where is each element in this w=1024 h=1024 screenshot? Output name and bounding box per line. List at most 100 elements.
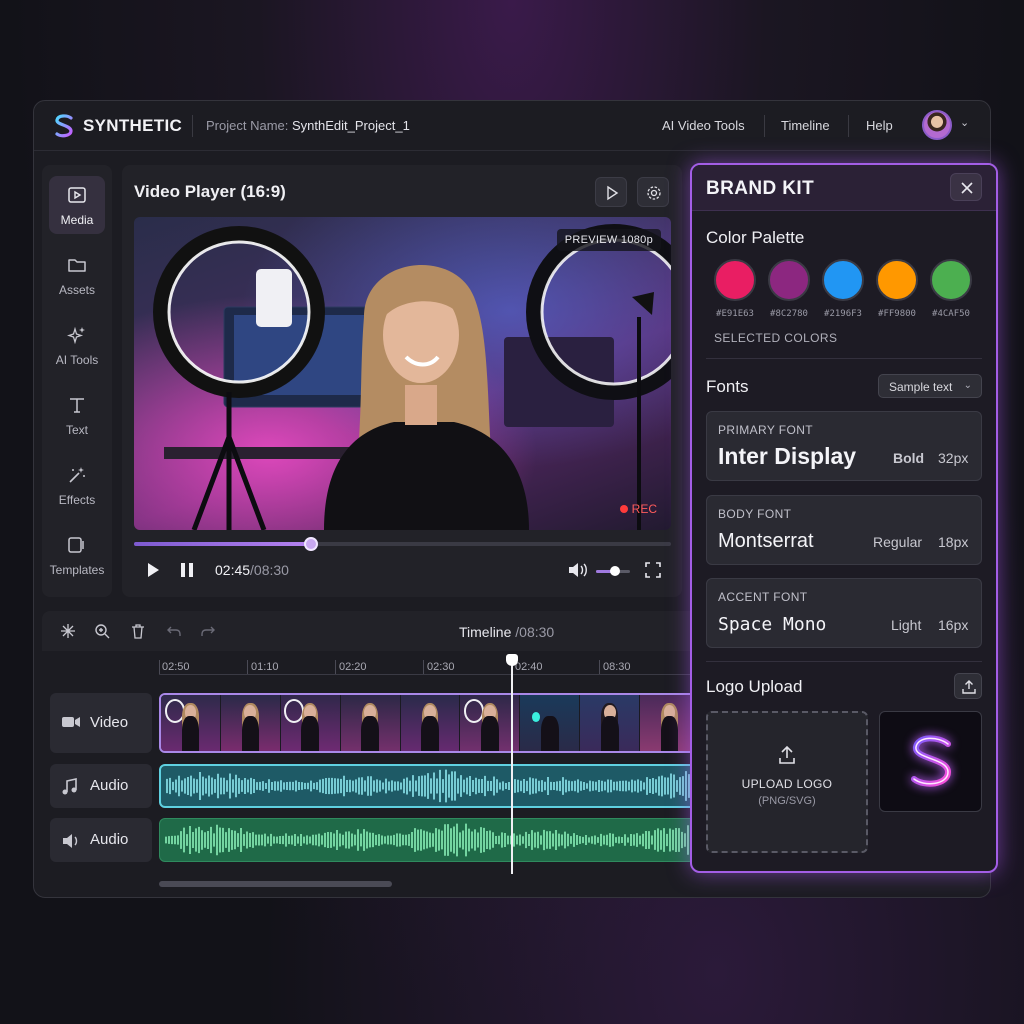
player-settings-button[interactable] bbox=[637, 177, 669, 207]
color-swatch[interactable] bbox=[714, 259, 756, 301]
font-card-accent[interactable]: ACCENT FONT Space Mono Light 16px bbox=[706, 578, 982, 648]
rail-label: Templates bbox=[49, 563, 105, 577]
undo-icon[interactable] bbox=[166, 623, 182, 639]
play-preview-button[interactable] bbox=[595, 177, 627, 207]
pause-icon[interactable] bbox=[178, 561, 196, 579]
rail-label: Effects bbox=[58, 493, 96, 507]
project-label: Project Name: bbox=[206, 118, 289, 133]
project-name[interactable]: Project Name: SynthEdit_Project_1 bbox=[206, 118, 410, 133]
color-palette-title: Color Palette bbox=[706, 228, 805, 247]
color-swatch[interactable] bbox=[822, 259, 864, 301]
templates-icon bbox=[68, 537, 84, 553]
playback-progress-bar[interactable] bbox=[134, 537, 671, 551]
clip-thumbnail bbox=[280, 695, 341, 751]
current-time: 02:45 bbox=[215, 562, 251, 578]
play-icon[interactable] bbox=[144, 561, 162, 579]
font-weight: Light bbox=[891, 617, 922, 633]
time-ruler[interactable]: 02:50 01:10 02:20 02:30 02:40 08:30 bbox=[159, 655, 702, 675]
brand-kit-title: BRAND KIT bbox=[706, 178, 815, 199]
volume-icon[interactable] bbox=[567, 561, 589, 579]
font-name: Inter Display bbox=[718, 443, 857, 469]
speaker-icon bbox=[63, 834, 78, 848]
color-swatch[interactable] bbox=[768, 259, 810, 301]
progress-fill bbox=[134, 542, 312, 546]
font-card-primary[interactable]: PRIMARY FONT Inter Display Bold 32px bbox=[706, 411, 982, 481]
playhead[interactable] bbox=[506, 654, 518, 874]
rail-item-effects[interactable]: Effects bbox=[49, 456, 105, 514]
rail-item-text[interactable]: Text bbox=[49, 386, 105, 444]
rail-label: Media bbox=[60, 213, 94, 227]
nav-timeline[interactable]: Timeline bbox=[781, 118, 830, 133]
rail-item-templates[interactable]: Templates bbox=[49, 526, 105, 584]
timeline-duration: /08:30 bbox=[511, 624, 555, 640]
track-head-audio-1[interactable]: Audio bbox=[50, 764, 152, 808]
color-hex-label: #2196F3 bbox=[824, 309, 862, 319]
rail-label: Assets bbox=[58, 283, 95, 297]
timeline-title: Timeline /08:30 bbox=[459, 624, 554, 640]
sample-text-value: Sample text bbox=[889, 380, 953, 394]
selected-colors-label: SELECTED COLORS bbox=[714, 331, 838, 345]
nav-ai-video-tools[interactable]: AI Video Tools bbox=[662, 118, 745, 133]
timeline-horizontal-scrollbar[interactable] bbox=[159, 881, 392, 887]
video-preview[interactable]: PREVIEW 1080p REC bbox=[134, 217, 671, 530]
zoom-icon[interactable] bbox=[94, 623, 110, 639]
synthetic-logo-icon bbox=[55, 114, 73, 138]
split-icon[interactable] bbox=[60, 623, 76, 639]
playhead-handle[interactable] bbox=[506, 654, 518, 666]
clip-thumbnail bbox=[520, 695, 581, 751]
header-divider bbox=[192, 115, 193, 137]
track-label: Audio bbox=[90, 831, 129, 848]
rail-item-ai-tools[interactable]: AI Tools bbox=[49, 316, 105, 374]
project-value: SynthEdit_Project_1 bbox=[292, 118, 410, 133]
chevron-down-icon[interactable]: ⌄ bbox=[960, 116, 969, 129]
volume-handle[interactable] bbox=[609, 566, 620, 576]
section-divider bbox=[706, 358, 982, 359]
synthetic-logo-icon bbox=[911, 735, 952, 787]
ruler-tick-label: 02:40 bbox=[515, 661, 543, 673]
upload-button[interactable] bbox=[954, 673, 982, 699]
total-time: /08:30 bbox=[250, 562, 289, 578]
track-head-video[interactable]: Video bbox=[50, 693, 152, 753]
color-swatch[interactable] bbox=[876, 259, 918, 301]
logo-preview[interactable] bbox=[879, 711, 982, 812]
font-weight: Bold bbox=[893, 450, 925, 466]
video-player-panel: Video Player (16:9) PREVIEW 1080p REC 02… bbox=[122, 165, 682, 597]
sample-text-dropdown[interactable]: Sample text ⌄ bbox=[878, 374, 982, 398]
rec-label: REC bbox=[631, 502, 657, 516]
media-icon bbox=[68, 187, 86, 203]
clip-thumbnail bbox=[220, 695, 281, 751]
track-head-audio-2[interactable]: Audio bbox=[50, 818, 152, 862]
fullscreen-icon[interactable] bbox=[644, 561, 662, 579]
brand-kit-panel: BRAND KIT Color Palette #E91E63 #8C2780 … bbox=[690, 163, 998, 873]
ruler-tick-label: 02:50 bbox=[162, 661, 190, 673]
audio-clip-2[interactable] bbox=[159, 818, 702, 862]
section-divider bbox=[706, 661, 982, 662]
redo-icon[interactable] bbox=[200, 623, 216, 639]
progress-handle[interactable] bbox=[304, 537, 319, 551]
font-card-body[interactable]: BODY FONT Montserrat Regular 18px bbox=[706, 495, 982, 565]
tool-rail: Media Assets AI Tools Text Effects Templ… bbox=[42, 165, 112, 597]
clip-thumbnail bbox=[580, 695, 641, 751]
font-role-label: BODY FONT bbox=[718, 507, 792, 521]
audio-clip-1[interactable] bbox=[159, 764, 702, 808]
rail-item-assets[interactable]: Assets bbox=[49, 246, 105, 304]
brand-kit-header: BRAND KIT bbox=[692, 165, 996, 211]
font-name: Space Mono bbox=[718, 614, 827, 635]
audio-waveform bbox=[166, 769, 696, 803]
folder-icon bbox=[68, 259, 86, 272]
volume-slider[interactable] bbox=[596, 566, 630, 576]
video-frame-image bbox=[134, 217, 671, 530]
close-button[interactable] bbox=[950, 173, 982, 201]
track-label: Video bbox=[90, 714, 129, 731]
rail-item-media[interactable]: Media bbox=[49, 176, 105, 234]
user-avatar[interactable] bbox=[922, 110, 952, 140]
nav-help[interactable]: Help bbox=[866, 118, 893, 133]
color-hex-label: #4CAF50 bbox=[932, 309, 970, 319]
fonts-title: Fonts bbox=[706, 377, 749, 396]
brand-name: SYNTHETIC bbox=[83, 116, 183, 135]
trash-icon[interactable] bbox=[130, 623, 146, 639]
video-clip[interactable] bbox=[159, 693, 702, 753]
color-swatch[interactable] bbox=[930, 259, 972, 301]
ruler-tick-label: 02:30 bbox=[427, 661, 455, 673]
logo-upload-dropzone[interactable]: UPLOAD LOGO (PNG/SVG) bbox=[706, 711, 868, 853]
